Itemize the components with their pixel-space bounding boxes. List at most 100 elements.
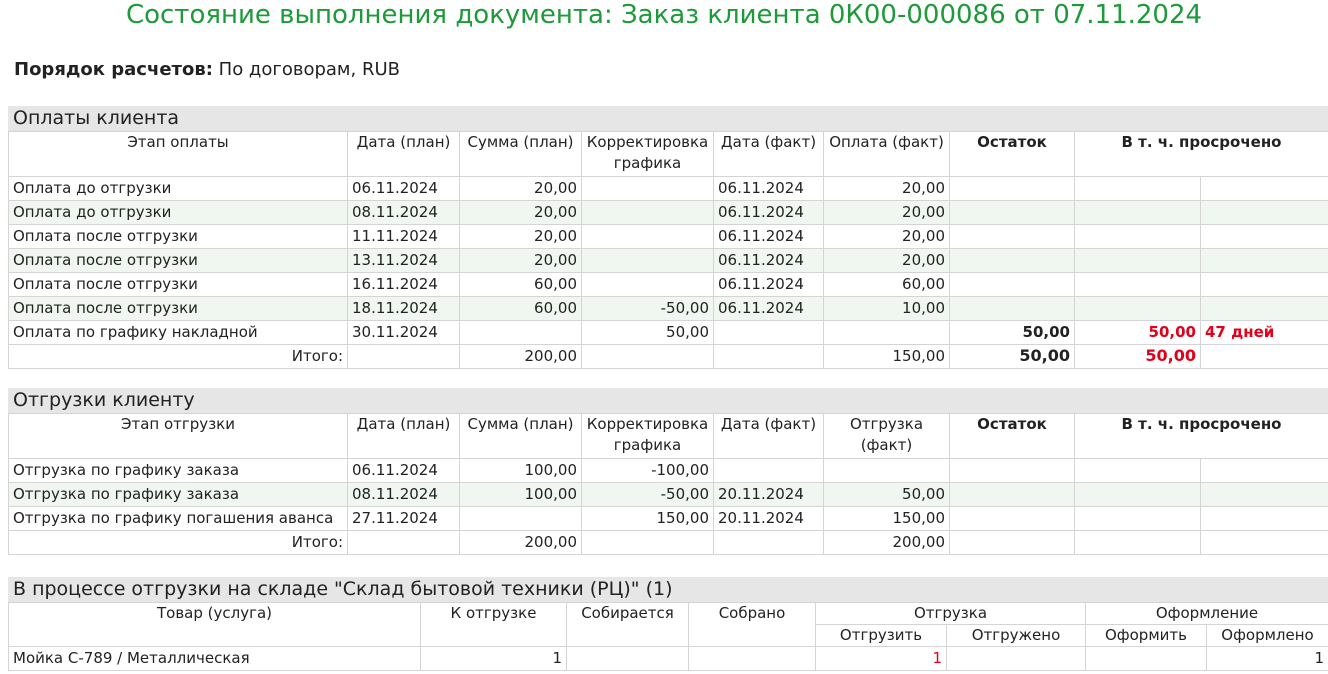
table-cell xyxy=(1200,458,1328,483)
table-row: Оплата после отгрузки 13.11.2024 20,00 06.1… xyxy=(8,248,1328,273)
col-balance: Остаток xyxy=(949,131,1075,177)
table-cell: Итого: xyxy=(8,530,348,555)
table-cell xyxy=(949,272,1075,297)
table-cell xyxy=(1074,176,1201,201)
table-cell: 06.11.2024 xyxy=(713,272,824,297)
table-cell: Оплата после отгрузки xyxy=(8,296,348,321)
table-cell: Итого: xyxy=(8,344,348,369)
col-date-plan: Дата (план) xyxy=(347,413,460,459)
col-date-fact: Дата (факт) xyxy=(713,131,824,177)
payments-table: Этап оплаты Дата (план) Сумма (план) Кор… xyxy=(8,131,1328,369)
table-cell: 30.11.2024 xyxy=(347,320,460,345)
table-cell: 50,00 xyxy=(581,320,714,345)
table-cell: Оплата после отгрузки xyxy=(8,248,348,273)
table-cell xyxy=(823,320,950,345)
table-cell: 18.11.2024 xyxy=(347,296,460,321)
table-row: Отгрузка по графику заказа 06.11.2024 100,… xyxy=(8,458,1328,483)
table-cell: Оплата по графику накладной xyxy=(8,320,348,345)
table-cell: 47 дней xyxy=(1200,320,1328,345)
col-overdue: В т. ч. просрочено xyxy=(1074,413,1328,459)
table-cell: 1 xyxy=(815,646,947,671)
table-cell xyxy=(1200,200,1328,225)
settlement-terms: Порядок расчетов: По договорам, RUB xyxy=(14,58,400,82)
col-payment-stage: Этап оплаты xyxy=(8,131,348,177)
table-cell xyxy=(949,248,1075,273)
table-row: Мойка С-789 / Металлическая 1 1 1 xyxy=(8,646,1328,671)
table-cell xyxy=(713,458,824,483)
table-cell: 50,00 xyxy=(1074,320,1201,345)
table-cell xyxy=(713,320,824,345)
table-cell xyxy=(688,646,816,671)
col-sum-plan: Сумма (план) xyxy=(459,413,582,459)
table-cell: 1 xyxy=(420,646,567,671)
table-cell: 06.11.2024 xyxy=(713,224,824,249)
table-cell xyxy=(1074,482,1201,507)
col-to-ship: К отгрузке xyxy=(420,602,567,647)
table-cell: 06.11.2024 xyxy=(347,458,460,483)
total-row: Итого: 200,00 200,00 xyxy=(8,530,1328,555)
table-cell xyxy=(1200,506,1328,531)
col-balance: Остаток xyxy=(949,413,1075,459)
table-cell xyxy=(1200,224,1328,249)
warehouse-table: Товар (услуга) К отгрузке Собирается Соб… xyxy=(8,602,1328,671)
total-row: Итого: 200,00 150,00 50,00 50,00 xyxy=(8,344,1328,369)
page-title: Состояние выполнения документа: Заказ кл… xyxy=(125,0,1203,30)
col-payment-fact: Оплата (факт) xyxy=(823,131,950,177)
table-cell xyxy=(581,248,714,273)
table-cell: Оплата после отгрузки xyxy=(8,272,348,297)
table-cell xyxy=(1200,530,1328,555)
table-cell: 08.11.2024 xyxy=(347,200,460,225)
table-cell xyxy=(581,272,714,297)
table-cell: 20,00 xyxy=(459,248,582,273)
col-shipment-group: Отгрузка xyxy=(815,602,1086,625)
table-cell: 1 xyxy=(1206,646,1328,671)
table-cell xyxy=(581,224,714,249)
col-product: Товар (услуга) xyxy=(8,602,421,647)
table-cell: 20,00 xyxy=(823,176,950,201)
warehouse-heading: В процессе отгрузки на складе "Склад быт… xyxy=(8,577,1328,602)
payments-heading: Оплаты клиента xyxy=(8,106,1328,131)
table-cell: 11.11.2024 xyxy=(347,224,460,249)
table-row: Оплата до отгрузки 06.11.2024 20,00 06.11.2… xyxy=(8,176,1328,201)
table-cell xyxy=(1074,506,1201,531)
table-cell: 20,00 xyxy=(459,224,582,249)
shipments-section: Отгрузки клиенту Этап отгрузки Дата (пла… xyxy=(8,388,1328,555)
table-cell xyxy=(459,506,582,531)
table-cell: Отгрузка по графику погашения аванса xyxy=(8,506,348,531)
table-cell: 20,00 xyxy=(823,248,950,273)
table-cell: 150,00 xyxy=(823,506,950,531)
table-cell xyxy=(347,344,460,369)
table-cell: 13.11.2024 xyxy=(347,248,460,273)
table-cell: 100,00 xyxy=(459,458,582,483)
table-cell: 200,00 xyxy=(823,530,950,555)
table-cell: 20,00 xyxy=(823,224,950,249)
table-cell xyxy=(713,530,824,555)
table-cell xyxy=(1200,176,1328,201)
table-cell: Мойка С-789 / Металлическая xyxy=(8,646,421,671)
table-cell xyxy=(1200,248,1328,273)
table-cell: -50,00 xyxy=(581,296,714,321)
table-cell: 06.11.2024 xyxy=(713,248,824,273)
col-registration-group: Оформление xyxy=(1085,602,1328,625)
table-cell: 20.11.2024 xyxy=(713,482,824,507)
table-cell: 60,00 xyxy=(459,296,582,321)
col-ship: Отгрузить xyxy=(815,624,947,647)
table-cell xyxy=(713,344,824,369)
table-cell: 200,00 xyxy=(459,344,582,369)
table-cell xyxy=(949,200,1075,225)
col-shipment-fact: Отгрузка (факт) xyxy=(823,413,950,459)
col-assembling: Собирается xyxy=(566,602,689,647)
table-cell xyxy=(1074,248,1201,273)
settlement-terms-value: По договорам, RUB xyxy=(218,59,400,80)
table-cell xyxy=(823,458,950,483)
table-cell: -50,00 xyxy=(581,482,714,507)
table-cell xyxy=(1074,272,1201,297)
table-cell: 06.11.2024 xyxy=(713,176,824,201)
col-schedule-correction: Корректировка графика xyxy=(581,131,714,177)
shipments-heading: Отгрузки клиенту xyxy=(8,388,1328,413)
payments-section: Оплаты клиента Этап оплаты Дата (план) С… xyxy=(8,106,1328,369)
table-cell xyxy=(1074,296,1201,321)
table-cell xyxy=(581,176,714,201)
table-cell xyxy=(1074,224,1201,249)
table-cell: 06.11.2024 xyxy=(347,176,460,201)
